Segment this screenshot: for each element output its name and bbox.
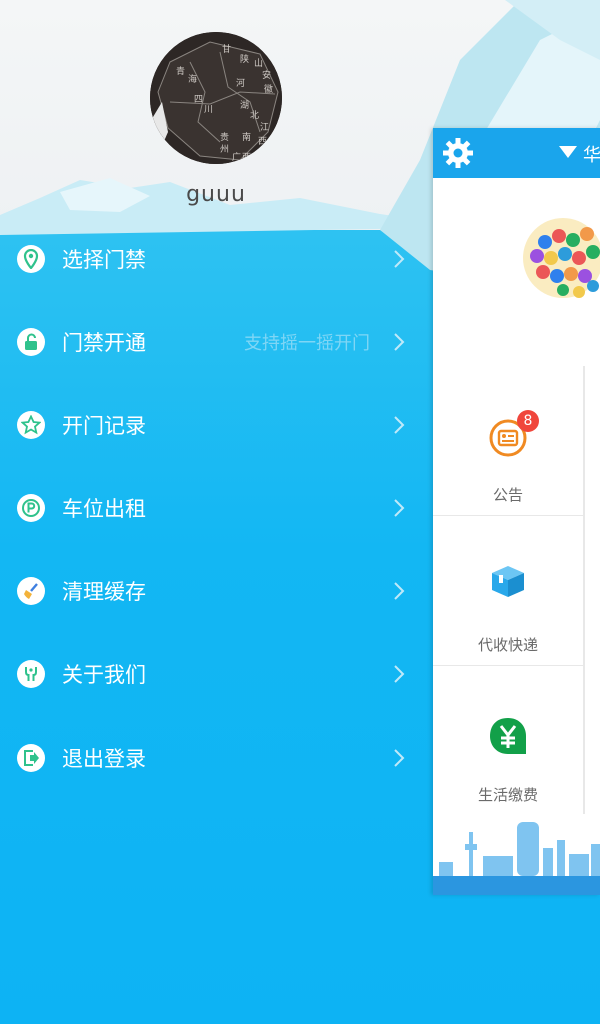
- chevron-right-icon: [394, 582, 405, 600]
- menu-item-label: 门禁开通: [62, 331, 146, 355]
- map-label: 南: [242, 131, 251, 143]
- package-icon: [492, 566, 524, 597]
- logout-icon: [17, 744, 45, 772]
- about-icon: [17, 660, 45, 688]
- chevron-right-icon: [394, 749, 405, 767]
- chevron-right-icon: [394, 665, 405, 683]
- grid-divider: [583, 366, 585, 516]
- menu-item-label: 开门记录: [62, 414, 146, 438]
- menu-item-label: 清理缓存: [62, 580, 146, 604]
- menu-item-about-us[interactable]: 关于我们: [0, 644, 420, 704]
- map-label: 北: [250, 110, 259, 121]
- main-content-panel[interactable]: 华 8 公告 代收快递 生活缴费: [433, 128, 600, 895]
- menu-item-label: 关于我们: [62, 663, 146, 687]
- grid-item-label: 生活缴费: [477, 786, 538, 804]
- grid-divider: [583, 516, 585, 666]
- map-label: 青: [176, 65, 185, 77]
- balloons-banner-illustration: [523, 218, 600, 298]
- map-label: 山: [254, 58, 263, 69]
- menu-item-parking-rental[interactable]: 车位出租: [0, 478, 420, 538]
- main-title-bar: 华: [433, 128, 600, 178]
- map-label: 安: [262, 69, 271, 81]
- menu-item-door-records[interactable]: 开门记录: [0, 395, 420, 455]
- map-label: 徽: [264, 83, 273, 95]
- menu-item-label: 退出登录: [62, 747, 146, 771]
- broom-icon: [17, 577, 45, 605]
- grid-item-utility-payment[interactable]: 生活缴费: [433, 666, 583, 816]
- star-icon: [17, 411, 45, 439]
- skyline-illustration: [433, 822, 600, 895]
- menu-item-clear-cache[interactable]: 清理缓存: [0, 561, 420, 621]
- map-label: 州: [220, 144, 229, 155]
- map-label: 河: [236, 77, 245, 89]
- location-pin-icon: [17, 245, 45, 273]
- map-label: 陕: [240, 53, 249, 65]
- map-label: 甘: [222, 43, 231, 55]
- map-label: 川: [204, 105, 213, 115]
- shake-hint: 支持摇一摇开门: [244, 333, 370, 354]
- china-map-image: 青 海 甘 陕 山 安 四 川 河 徽 湖 北 江 西 贵 州 南 广 西: [150, 32, 282, 164]
- menu-item-gate-activation[interactable]: 门禁开通 支持摇一摇开门: [0, 312, 420, 372]
- chevron-right-icon: [394, 333, 405, 351]
- map-label: 贵: [220, 131, 229, 143]
- menu-item-label: 车位出租: [62, 497, 146, 521]
- grid-item-parcel-collection[interactable]: 代收快递: [433, 516, 583, 666]
- grid-divider: [583, 666, 585, 816]
- unread-count-badge: 8: [517, 410, 539, 432]
- map-label: 湖: [240, 100, 249, 111]
- grid-item-label: 代收快递: [477, 636, 538, 654]
- grid-item-notice[interactable]: 8 公告: [433, 366, 583, 516]
- yen-leaf-icon: [490, 718, 526, 754]
- banner-image[interactable]: [433, 178, 600, 365]
- gear-icon[interactable]: [441, 136, 475, 170]
- location-selector[interactable]: 华: [583, 141, 600, 167]
- chevron-right-icon: [394, 416, 405, 434]
- user-avatar[interactable]: 青 海 甘 陕 山 安 四 川 河 徽 湖 北 江 西 贵 州 南 广 西: [150, 32, 282, 164]
- menu-item-select-gate[interactable]: 选择门禁: [0, 229, 420, 289]
- parking-icon: [17, 494, 45, 522]
- city-skyline-footer: [433, 814, 600, 895]
- map-label: 江: [260, 122, 269, 133]
- map-label: 四: [194, 95, 203, 105]
- unlock-icon: [17, 328, 45, 356]
- chevron-right-icon: [394, 250, 405, 268]
- map-label: 海: [188, 73, 197, 85]
- menu-item-logout[interactable]: 退出登录: [0, 728, 420, 788]
- username: guuu: [186, 182, 246, 207]
- dropdown-triangle-icon: [559, 146, 577, 158]
- menu-item-label: 选择门禁: [62, 248, 146, 272]
- chevron-right-icon: [394, 499, 405, 517]
- grid-item-label: 公告: [492, 486, 523, 504]
